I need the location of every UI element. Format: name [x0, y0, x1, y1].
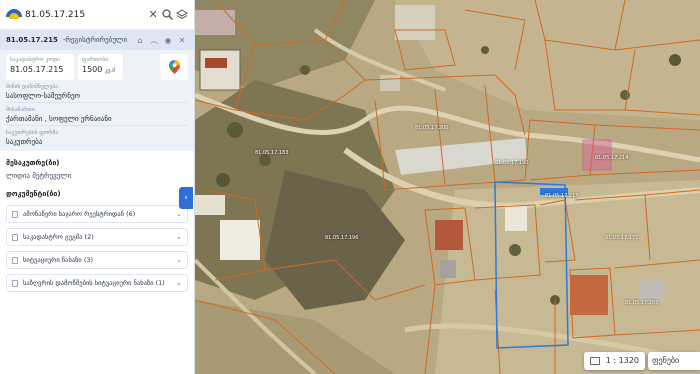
satellite-imagery: [195, 0, 700, 374]
accordion-label: საკადასტრო გეგმა (2): [23, 233, 94, 241]
cadastral-code-label: საკადასტრო კოდი: [10, 57, 60, 63]
eye-icon[interactable]: ◉: [162, 36, 174, 45]
accordion-boundary-drawing[interactable]: საზღვრის დამოწმების სიტუაციური ნახაზი (1…: [6, 274, 188, 292]
ownership-value: საკუთრება: [6, 138, 43, 146]
area-unit: კვ.მ: [104, 68, 116, 74]
scale-icon: [589, 357, 600, 365]
layers-icon[interactable]: [175, 6, 188, 24]
chevron-down-icon: ⌄: [176, 279, 182, 287]
layers-button[interactable]: ფენები: [648, 352, 700, 370]
parcel-code: 81.05.17.215: [6, 36, 58, 44]
accordion-extract[interactable]: ამონაწერი საჯარო რეესტრიდან (6) ⌄: [6, 205, 188, 223]
area-card: ფართობი 1500 კვ.მ: [78, 54, 123, 80]
documents-heading: დოკუმენტი(ბი): [6, 190, 61, 198]
parcel-number-label: 81.05.17.200: [415, 125, 449, 131]
search-bar: ✕: [0, 0, 194, 30]
google-maps-button[interactable]: [160, 54, 188, 80]
document-icon: [12, 256, 18, 264]
owner-name: ლიდია მეტრეველი: [6, 172, 72, 180]
parcel-info: საკადასტრო კოდი 81.05.17.215 ფართობი 150…: [0, 50, 194, 151]
map-scale: 1 : 1320: [583, 352, 645, 370]
land-purpose-value: სასოფლო-სამეურნეო: [6, 92, 80, 100]
ownership-label: საკუთრების ფორმა: [6, 130, 59, 136]
owners-heading: მესაკუთრე(ბი): [6, 159, 60, 167]
map-pin-icon: [168, 60, 180, 74]
area-label: ფართობი: [82, 57, 109, 63]
address-label: მისამართი: [6, 107, 35, 113]
search-input[interactable]: [24, 9, 145, 20]
bookmark-icon[interactable]: ⌂: [134, 36, 146, 45]
ownership-field: საკუთრების ფორმა საკუთრება: [6, 126, 188, 151]
accordion-label: ამონაწერი საჯარო რეესტრიდან (6): [23, 210, 136, 218]
accordion-situation-drawing[interactable]: სიტუაციური ნახაზი (3) ⌄: [6, 251, 188, 269]
address-value: ქართამანი , სოფელი ერნაიანი: [6, 115, 112, 123]
parcel-title-row: 81.05.17.215 -რეგისტრირებული ⌂ ︿ ◉ ✕: [0, 30, 194, 50]
chevron-down-icon: ⌄: [176, 233, 182, 241]
search-icon[interactable]: [161, 6, 173, 24]
clear-search-icon[interactable]: ✕: [147, 6, 159, 24]
scale-value: 1 : 1320: [605, 356, 639, 365]
chevron-down-icon: ⌄: [176, 210, 182, 218]
chevron-left-icon: ‹: [184, 193, 188, 203]
map-view[interactable]: 1 : 1320 ფენები 81.05.17.215 81.05.17.214…: [195, 0, 700, 374]
document-icon: [12, 279, 18, 287]
parcel-number-label: 81.05.17.183: [255, 150, 289, 156]
parcel-number-label: 81.05.17.214: [595, 155, 629, 161]
chevron-down-icon: ⌄: [176, 256, 182, 264]
parcel-number-label: 81.05.17.196: [325, 235, 359, 241]
close-icon[interactable]: ✕: [176, 36, 188, 45]
parcel-number-label: 81.05.17.171: [605, 235, 639, 241]
land-purpose-field: მიწის დანიშნულება სასოფლო-სამეურნეო: [6, 80, 188, 103]
side-panel: ✕ 81.05.17.215 -რეგისტრირებული ⌂ ︿ ◉ ✕ ს…: [0, 0, 195, 374]
document-icon: [12, 210, 18, 218]
parcel-number-label: 81.05.17.190: [495, 160, 529, 166]
napr-logo-icon: [6, 8, 22, 21]
collapse-panel-button[interactable]: ‹: [179, 187, 193, 209]
land-purpose-label: მიწის დანიშნულება: [6, 84, 58, 90]
area-value: 1500: [82, 65, 103, 74]
parcel-status: -რეგისტრირებული: [62, 36, 128, 44]
parcel-number-label: 81.05.17.215: [545, 193, 579, 199]
cadastral-code-card: საკადასტრო კოდი 81.05.17.215: [6, 54, 74, 80]
parcel-number-label: 81.05.17.205: [625, 300, 659, 306]
document-icon: [12, 233, 18, 241]
address-field: მისამართი ქართამანი , სოფელი ერნაიანი: [6, 103, 188, 126]
chevron-up-icon[interactable]: ︿: [148, 35, 160, 46]
accordion-label: საზღვრის დამოწმების სიტუაციური ნახაზი (1…: [23, 279, 165, 287]
accordion-cadastral-plan[interactable]: საკადასტრო გეგმა (2) ⌄: [6, 228, 188, 246]
accordion-label: სიტუაციური ნახაზი (3): [23, 256, 94, 264]
cadastral-code-value: 81.05.17.215: [10, 65, 64, 74]
